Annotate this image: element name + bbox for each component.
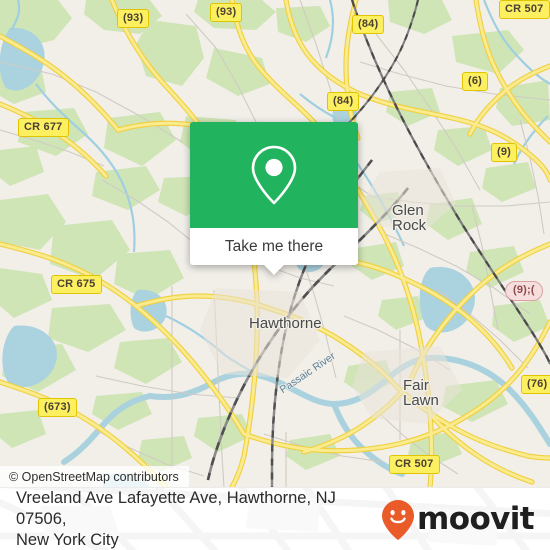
map-screen: (93) (93) (84) CR 507 (6) (84) CR 677 (9… xyxy=(0,0,550,550)
route-shield: (93) xyxy=(117,9,150,28)
route-shield: (84) xyxy=(352,15,385,34)
popup-image-area xyxy=(190,122,358,228)
route-shield: CR 507 xyxy=(499,0,550,19)
moovit-smiley-pin-icon xyxy=(382,499,415,540)
moovit-wordmark: moovit xyxy=(417,501,535,537)
popup-tail-pointer xyxy=(264,265,284,275)
route-shield: (9);( xyxy=(505,281,543,301)
location-pin-icon xyxy=(251,145,297,205)
place-label-glen-rock: Glen Rock xyxy=(392,202,427,234)
take-me-there-label: Take me there xyxy=(224,237,324,255)
place-label-hawthorne: Hawthorne xyxy=(249,315,322,332)
route-shield: CR 677 xyxy=(18,118,69,137)
address-line-2: New York City xyxy=(16,531,119,549)
route-shield: (673) xyxy=(38,398,77,417)
route-shield: (84) xyxy=(327,92,360,111)
map-canvas[interactable]: (93) (93) (84) CR 507 (6) (84) CR 677 (9… xyxy=(0,0,550,487)
route-shield: (9) xyxy=(491,143,518,162)
place-label-fair-lawn: Fair Lawn xyxy=(403,377,439,409)
footer-bar: Vreeland Ave Lafayette Ave, Hawthorne, N… xyxy=(0,487,550,550)
address-text: Vreeland Ave Lafayette Ave, Hawthorne, N… xyxy=(16,488,381,550)
route-shield: (6) xyxy=(462,72,489,91)
osm-attribution: © OpenStreetMap contributors xyxy=(0,466,189,487)
route-shield: CR 675 xyxy=(51,275,102,294)
popup-action-bar[interactable]: Take me there xyxy=(190,228,358,275)
route-shield: (93) xyxy=(210,3,243,22)
address-line-1: Vreeland Ave Lafayette Ave, Hawthorne, N… xyxy=(16,489,336,528)
footer-content: Vreeland Ave Lafayette Ave, Hawthorne, N… xyxy=(0,488,550,550)
route-shield: (76) xyxy=(521,375,550,394)
location-popup[interactable]: Take me there xyxy=(190,122,358,275)
route-shield: CR 507 xyxy=(389,455,440,474)
moovit-logo[interactable]: moovit xyxy=(381,499,535,541)
